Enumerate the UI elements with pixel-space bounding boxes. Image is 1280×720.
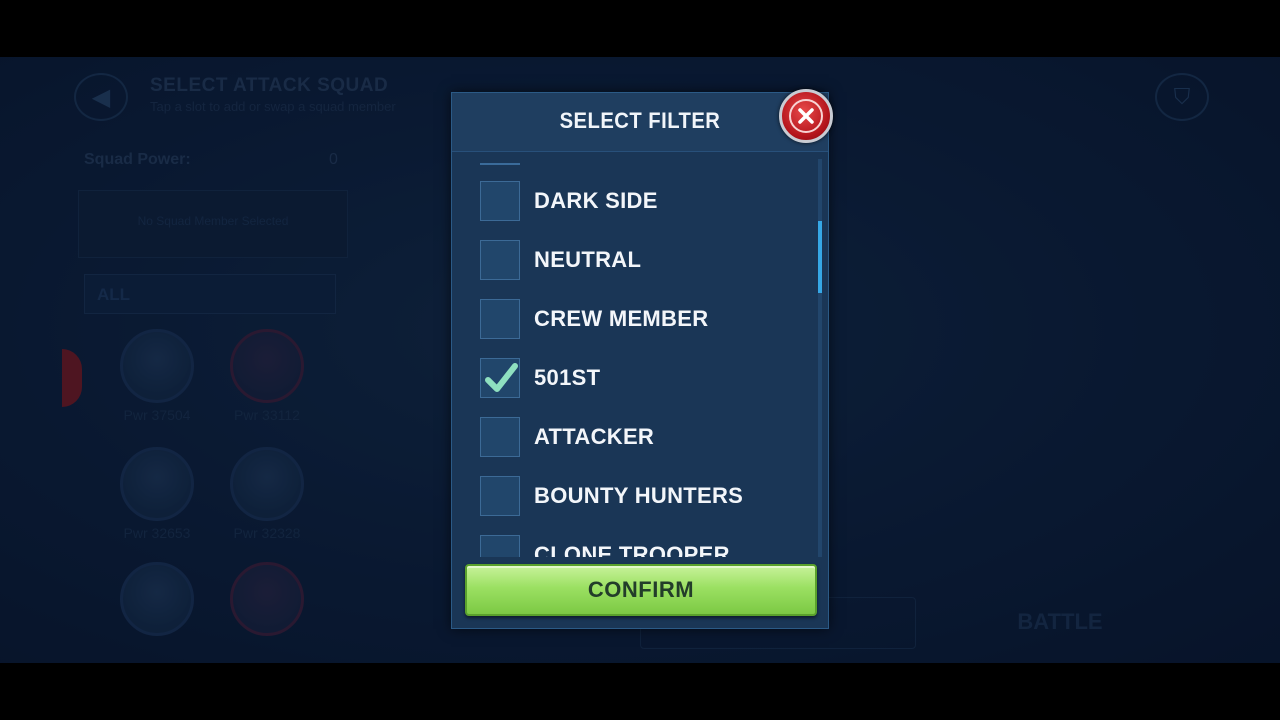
letterbox-bottom — [0, 663, 1280, 720]
filter-label: CREW MEMBER — [534, 306, 709, 331]
filter-label: 501ST — [534, 365, 601, 390]
filter-dialog: SELECT FILTER DARK SIDE NEUTRAL CREW MEM… — [451, 89, 833, 629]
checkbox[interactable] — [480, 240, 520, 280]
filter-label: NEUTRAL — [534, 247, 642, 272]
filter-option-neutral[interactable]: NEUTRAL — [480, 240, 810, 282]
filter-label: ATTACKER — [534, 424, 655, 449]
checkbox[interactable] — [480, 299, 520, 339]
scrollbar-track[interactable] — [818, 159, 822, 557]
filter-option-crew-member[interactable]: CREW MEMBER — [480, 299, 810, 341]
checkmark-icon — [485, 363, 518, 392]
filter-option-bounty-hunters[interactable]: BOUNTY HUNTERS — [480, 476, 810, 518]
checkbox[interactable] — [480, 417, 520, 457]
scrollbar-thumb[interactable] — [818, 221, 822, 293]
dialog-header: SELECT FILTER — [452, 93, 828, 152]
filter-option-clone-trooper[interactable]: CLONE TROOPER — [480, 535, 810, 557]
confirm-button[interactable]: CONFIRM — [465, 564, 817, 616]
dialog-title: SELECT FILTER — [559, 108, 721, 133]
close-icon — [789, 99, 823, 133]
letterbox-top — [0, 0, 1280, 57]
filter-label: DARK SIDE — [534, 188, 658, 213]
filter-option-dark-side[interactable]: DARK SIDE — [480, 181, 810, 223]
filter-option-501st[interactable]: 501ST — [480, 358, 810, 400]
filter-option-attacker[interactable]: ATTACKER — [480, 417, 810, 459]
filter-label: BOUNTY HUNTERS — [534, 483, 744, 508]
checkbox[interactable] — [480, 181, 520, 221]
checkbox-checked[interactable] — [480, 358, 520, 398]
checkbox[interactable] — [480, 535, 520, 557]
previous-row-edge — [480, 159, 520, 165]
checkbox[interactable] — [480, 476, 520, 516]
filter-list[interactable]: DARK SIDE NEUTRAL CREW MEMBER 501ST ATTA… — [452, 159, 822, 557]
filter-label: CLONE TROOPER — [534, 542, 730, 557]
confirm-label: CONFIRM — [587, 577, 695, 602]
close-button[interactable] — [779, 89, 833, 143]
